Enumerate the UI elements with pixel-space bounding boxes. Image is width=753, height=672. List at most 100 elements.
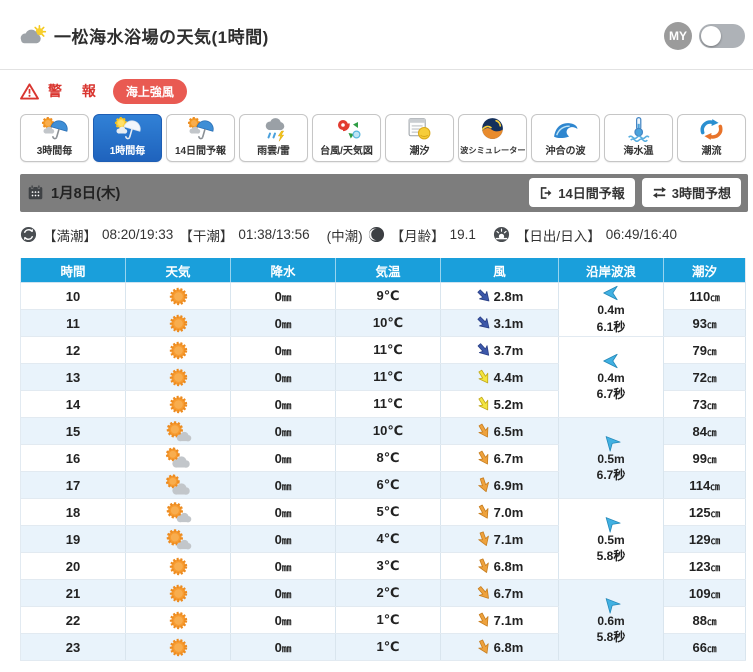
wind-cell: 5.2m xyxy=(440,390,559,419)
forecast-sun-umbrella-icon xyxy=(40,116,70,142)
tab-9[interactable]: 海水温 xyxy=(604,113,673,162)
wind-speed: 6.8m xyxy=(493,639,524,655)
tide-cell: 129㎝ xyxy=(663,525,746,554)
date-buttons: 14日間予報 3時間予想 xyxy=(529,178,741,208)
tide-cell: 109㎝ xyxy=(663,579,746,608)
my-toggle[interactable] xyxy=(699,23,745,48)
table-header: 時間 天気 降水 気温風沿岸波浪 潮汐 xyxy=(20,257,746,284)
moon-age-label: 【月齢】 xyxy=(390,228,445,244)
weather-cell xyxy=(125,606,231,635)
wave-direction-arrow-icon xyxy=(602,352,620,370)
tab-10[interactable]: 潮流 xyxy=(677,113,746,162)
hour-cell: 14 xyxy=(20,390,126,419)
tide-cell: 99㎝ xyxy=(663,444,746,473)
precip-cell: 0㎜ xyxy=(230,444,336,473)
tab-label: 14日間予報 xyxy=(174,145,227,157)
hour-cell: 18 xyxy=(20,498,126,527)
wind-speed: 6.7m xyxy=(493,585,524,601)
wind-direction-arrow-icon xyxy=(476,450,492,466)
tab-4[interactable]: 雨雲/雷 xyxy=(239,113,308,162)
tab-label: 潮汐 xyxy=(409,145,430,157)
hour-cell: 10 xyxy=(20,282,126,311)
wind-cell: 6.7m xyxy=(440,444,559,473)
moon-icon xyxy=(368,226,385,243)
hour-cell: 22 xyxy=(20,606,126,635)
tide-calendar-icon xyxy=(406,115,433,142)
weather-sun-icon xyxy=(126,393,230,416)
tab-label: 3時間毎 xyxy=(36,145,73,157)
offshore-wave-icon xyxy=(551,117,580,142)
tab-7[interactable]: 波シミュレーター xyxy=(458,113,527,162)
my-badge[interactable]: MY xyxy=(664,21,692,50)
tab-label: 海水温 xyxy=(623,145,654,157)
column-header: 風 xyxy=(440,257,559,284)
weather-cell xyxy=(125,309,231,338)
hourly-forecast-table: 時間 天気 降水 気温風沿岸波浪 潮汐 10 0㎜ 9℃ 2.8m 0.4m 6.1秒 110㎝ 11… xyxy=(20,257,746,662)
weather-cell xyxy=(125,363,231,392)
swap-arrows-icon xyxy=(652,185,667,200)
tide-info-bar: 【満潮】 08:20/19:33 【干潮】 01:38/13:56 (中潮) 【… xyxy=(0,212,753,253)
date-bar: 1月8日(木) 14日間予報 3時間予想 xyxy=(20,173,748,212)
fourteen-day-forecast-button[interactable]: 14日間予報 xyxy=(529,178,635,208)
tide-type: (中潮) xyxy=(326,228,363,244)
tab-8[interactable]: 沖合の波 xyxy=(531,113,600,162)
wave-simulator-icon xyxy=(479,115,506,142)
hour-cell: 15 xyxy=(20,417,126,446)
tab-1[interactable]: 3時間毎 xyxy=(20,113,89,162)
tab-2[interactable]: 1時間毎 xyxy=(93,113,162,162)
hour-cell: 11 xyxy=(20,309,126,338)
wave-period: 5.8秒 xyxy=(596,549,626,564)
rain-lightning-icon xyxy=(259,116,289,142)
tide-cell: 79㎝ xyxy=(663,336,746,365)
wind-speed: 4.4m xyxy=(493,369,524,385)
forecast-row-21: 21 0㎜ 2℃ 6.7m 0.6m 5.8秒 109㎝ xyxy=(20,579,746,662)
warning-label[interactable]: 警 報 xyxy=(48,81,104,101)
tab-6[interactable]: 潮汐 xyxy=(385,113,454,162)
wave-cell: 0.6m 5.8秒 xyxy=(558,579,664,662)
temp-cell: 4℃ xyxy=(335,525,441,554)
tab-3[interactable]: 14日間予報 xyxy=(166,113,235,162)
column-header: 降水 xyxy=(230,257,336,284)
weather-cell xyxy=(125,444,231,473)
tab-5[interactable]: 台風/天気図 xyxy=(312,113,381,162)
wind-direction-arrow-icon xyxy=(476,315,492,331)
column-header: 潮汐 xyxy=(663,257,746,284)
tab-label: 台風/天気図 xyxy=(320,145,373,157)
column-header: 沿岸波浪 xyxy=(558,257,664,284)
sunrise-sunset-label: 【日出/日入】 xyxy=(515,228,601,244)
high-tide-label: 【満潮】 xyxy=(43,228,97,244)
weather-sun-icon xyxy=(126,366,230,389)
hour-cell: 12 xyxy=(20,336,126,365)
precip-cell: 0㎜ xyxy=(230,282,336,311)
wave-cell: 0.5m 6.7秒 xyxy=(558,417,664,500)
hour-cell: 23 xyxy=(20,633,126,662)
precip-cell: 0㎜ xyxy=(230,552,336,581)
hour-cell: 19 xyxy=(20,525,126,554)
hour-cell: 16 xyxy=(20,444,126,473)
sunrise-sunset-value: 06:49/16:40 xyxy=(605,227,678,243)
wave-cell: 0.4m 6.7秒 xyxy=(558,336,664,419)
table-body: 10 0㎜ 9℃ 2.8m 0.4m 6.1秒 110㎝ 11 0㎜ 10℃ 3.1m 93㎝ 12 0㎜… xyxy=(20,282,746,662)
weather-sun-icon xyxy=(126,312,230,335)
weather-sun-icon xyxy=(126,285,230,308)
sea-temp-icon xyxy=(625,115,652,142)
precip-cell: 0㎜ xyxy=(230,633,336,662)
forecast-row-12: 12 0㎜ 11℃ 3.7m 0.4m 6.7秒 79㎝ xyxy=(20,336,746,419)
wave-direction-arrow-icon xyxy=(602,433,621,452)
wind-cell: 6.8m xyxy=(440,552,559,581)
weather-sun-icon xyxy=(126,555,230,578)
hour-cell: 13 xyxy=(20,363,126,392)
three-hour-forecast-button[interactable]: 3時間予想 xyxy=(641,178,741,208)
tab-label: 雨雲/雷 xyxy=(257,145,290,157)
warning-tag[interactable]: 海上強風 xyxy=(112,78,187,104)
wind-speed: 6.7m xyxy=(493,450,524,466)
wind-direction-arrow-icon xyxy=(476,288,492,304)
weather-sun-icon xyxy=(126,636,230,659)
precip-cell: 0㎜ xyxy=(230,606,336,635)
tide-cell: 66㎝ xyxy=(663,633,746,662)
precip-cell: 0㎜ xyxy=(230,498,336,527)
typhoon-map-icon xyxy=(332,116,362,142)
temp-cell: 11℃ xyxy=(335,363,441,392)
wind-speed: 5.2m xyxy=(493,396,524,412)
tide-cell: 93㎝ xyxy=(663,309,746,338)
